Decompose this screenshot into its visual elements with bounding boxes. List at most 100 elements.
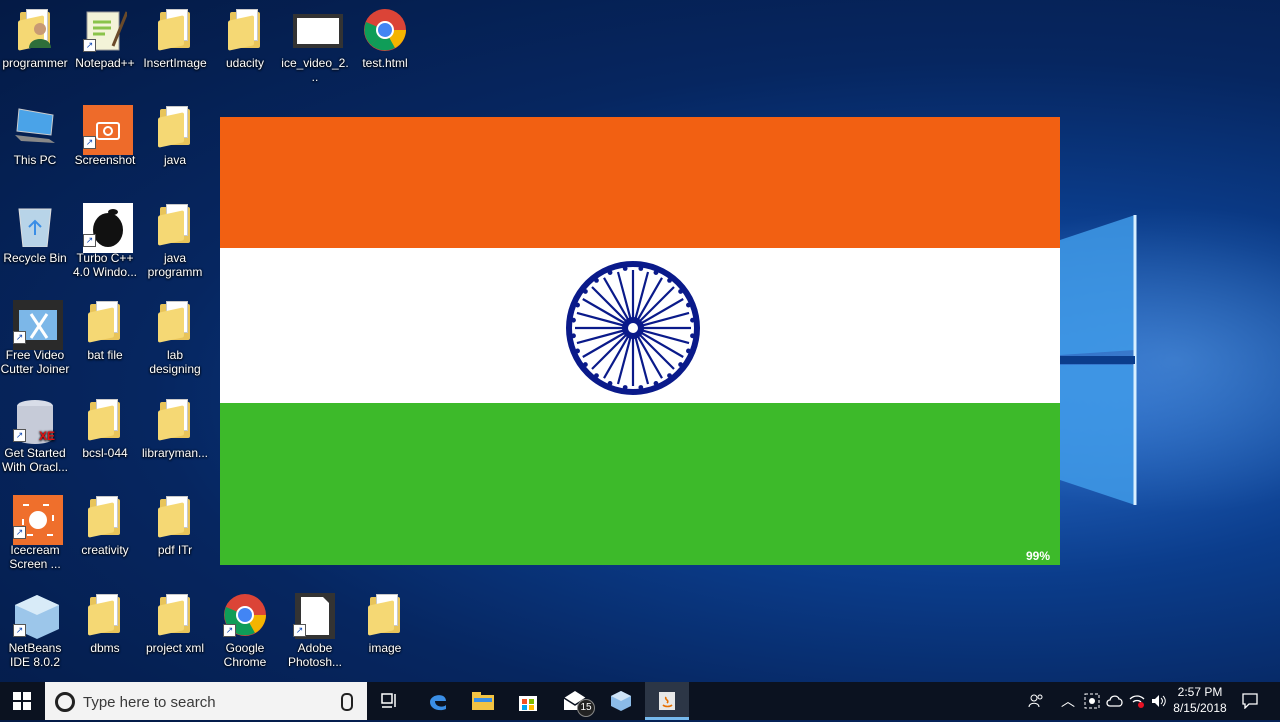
mail-badge: 15 <box>577 699 595 717</box>
folder-icon <box>153 8 197 52</box>
desktop-icon-label: java programm <box>147 251 203 279</box>
desktop-icon-this-pc[interactable]: This PC <box>0 97 70 183</box>
screenshot-app-icon: ↗ <box>83 105 133 155</box>
user-folder-icon <box>13 8 57 52</box>
desktop-icon-google-chrome[interactable]: ↗ Google Chrome <box>210 585 280 671</box>
action-center-button[interactable] <box>1236 682 1264 720</box>
notification-icon <box>1242 693 1258 709</box>
desktop-icon-netbeans-ide-8-0-2[interactable]: ↗ NetBeans IDE 8.0.2 <box>0 585 70 671</box>
cloud-sync-icon <box>1106 695 1123 707</box>
folder-icon <box>223 8 267 52</box>
folder-icon <box>153 105 197 149</box>
desktop-icon-label: project xml <box>145 641 204 655</box>
desktop-icon-dbms[interactable]: dbms <box>70 585 140 671</box>
people-icon <box>1028 694 1043 708</box>
edge-icon <box>430 695 446 711</box>
desktop-icon-image[interactable]: image <box>350 585 420 671</box>
file-explorer-taskbar-button[interactable] <box>461 682 505 720</box>
cortana-icon <box>55 692 75 712</box>
desktop-icon-label: image <box>368 641 402 655</box>
document-icon: ↗ <box>293 593 337 639</box>
virtualbox-taskbar-button[interactable] <box>599 682 643 720</box>
flag-green-band <box>220 403 1060 565</box>
folder-icon <box>153 495 197 539</box>
network-tray[interactable] <box>1127 682 1147 720</box>
mail-taskbar-button[interactable]: 15 <box>554 682 598 720</box>
desktop-icon-bcsl-044[interactable]: bcsl-044 <box>70 390 140 476</box>
people-button[interactable] <box>1024 682 1048 720</box>
desktop-icon-pdf-itr[interactable]: pdf ITr <box>140 487 210 573</box>
desktop-icon-label: Get Started With Oracl... <box>1 446 68 474</box>
file-explorer-icon <box>472 692 494 710</box>
volume-tray[interactable] <box>1149 682 1169 720</box>
desktop-icon-label: This PC <box>13 153 57 167</box>
desktop-icon-label: bcsl-044 <box>82 446 128 460</box>
desktop-icon-label: test.html <box>362 56 408 70</box>
search-input[interactable] <box>81 682 335 722</box>
desktop-icon-label: Screenshot <box>74 153 136 167</box>
desktop-icon-libraryman[interactable]: libraryman... <box>140 390 210 476</box>
network-disconnected-icon <box>1129 695 1145 708</box>
desktop-icon-get-started-with-oracl[interactable]: XE ↗ Get Started With Oracl... <box>0 390 70 476</box>
folder-icon <box>153 398 197 442</box>
desktop-icon-label: InsertImage <box>143 56 207 70</box>
capture-icon <box>1084 693 1100 709</box>
folder-icon <box>153 593 197 637</box>
desktop-icon-icecream-screen[interactable]: ↗ Icecream Screen ... <box>0 487 70 573</box>
desktop-icon-label: bat file <box>87 348 123 362</box>
icecream-recorder-icon: ↗ <box>13 495 63 545</box>
desktop-icon-label: dbms <box>90 641 120 655</box>
folder-icon <box>83 300 127 344</box>
task-view-button[interactable] <box>368 682 412 720</box>
clock-date: 8/15/2018 <box>1173 701 1227 715</box>
desktop-icon-label: java <box>163 153 186 167</box>
desktop-icon-label: lab designing <box>149 348 201 376</box>
desktop-icon-java-programm[interactable]: java programm <box>140 195 210 281</box>
microphone-icon[interactable] <box>341 693 353 711</box>
chevron-up-icon: ︿ <box>1061 693 1075 709</box>
desktop-icon-java[interactable]: java <box>140 97 210 183</box>
chrome-icon: ↗ <box>223 593 267 637</box>
edge-taskbar-button[interactable] <box>416 682 460 720</box>
folder-icon <box>83 495 127 539</box>
desktop-icon-programmer[interactable]: programmer <box>0 0 70 86</box>
desktop-icon-turbo-c-4-0-windo[interactable]: ↗ Turbo C++ 4.0 Windo... <box>70 195 140 281</box>
desktop-icon-recycle-bin[interactable]: Recycle Bin <box>0 195 70 281</box>
netbeans-icon: ↗ <box>13 593 59 639</box>
desktop-icon-label: udacity <box>225 56 265 70</box>
progress-percentage: 99% <box>1025 549 1050 563</box>
folder-icon <box>363 593 407 637</box>
java-taskbar-button[interactable] <box>645 682 689 720</box>
svg-text:XE: XE <box>39 429 55 443</box>
flag-drawing-window[interactable]: 99% <box>220 117 1060 565</box>
desktop-icon-label: Icecream Screen ... <box>9 543 61 571</box>
desktop-icon-lab-designing[interactable]: lab designing <box>140 292 210 378</box>
store-icon <box>519 696 537 711</box>
desktop-icon-insertimage[interactable]: InsertImage <box>140 0 210 86</box>
desktop-icon-label: Recycle Bin <box>3 251 67 265</box>
windows-logo-wallpaper <box>1060 215 1137 505</box>
desktop-icon-label: programmer <box>2 56 68 70</box>
desktop-icon-adobe-photosh[interactable]: ↗ Adobe Photosh... <box>280 585 350 671</box>
onedrive-tray[interactable] <box>1104 682 1126 720</box>
taskbar: 15 ︿ 2:57 PM 8/15/2018 <box>0 682 1280 722</box>
screen-capture-tray[interactable] <box>1081 682 1103 720</box>
taskbar-clock[interactable]: 2:57 PM 8/15/2018 <box>1168 684 1232 716</box>
store-taskbar-button[interactable] <box>506 682 550 720</box>
start-button[interactable] <box>0 682 44 720</box>
desktop-icon-label: pdf ITr <box>157 543 193 557</box>
desktop-icon-screenshot[interactable]: ↗ Screenshot <box>70 97 140 183</box>
desktop-icon-label: Free Video Cutter Joiner <box>0 348 70 376</box>
desktop-icon-ice-video-2[interactable]: ice_video_2... <box>280 0 350 86</box>
desktop-icon-notepad[interactable]: ↗ Notepad++ <box>70 0 140 86</box>
desktop-icon-test-html[interactable]: test.html <box>350 0 420 86</box>
desktop-icon-project-xml[interactable]: project xml <box>140 585 210 671</box>
show-hidden-icons-button[interactable]: ︿ <box>1058 682 1078 720</box>
oracle-db-icon: XE ↗ <box>13 398 57 444</box>
desktop-icon-udacity[interactable]: udacity <box>210 0 280 86</box>
this-pc-icon <box>13 105 57 149</box>
taskbar-search-box[interactable] <box>45 682 367 722</box>
desktop-icon-bat-file[interactable]: bat file <box>70 292 140 378</box>
desktop-icon-creativity[interactable]: creativity <box>70 487 140 573</box>
desktop-icon-free-video-cutter-joiner[interactable]: ↗ Free Video Cutter Joiner <box>0 292 70 378</box>
